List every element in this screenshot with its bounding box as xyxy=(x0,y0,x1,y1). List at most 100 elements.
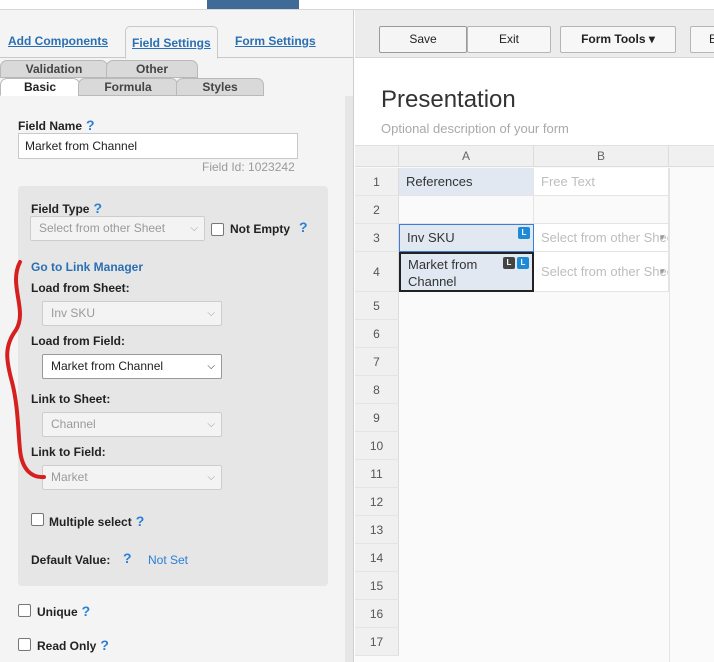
unique-checkbox[interactable] xyxy=(18,604,31,617)
cell-b3[interactable]: Select from other Sheet ▼ xyxy=(534,224,669,252)
column-header-a[interactable]: A xyxy=(399,146,534,167)
row-header[interactable]: 15 xyxy=(355,572,399,600)
default-value-link[interactable]: Not Set xyxy=(148,553,188,567)
chevron-down-icon: ▼ xyxy=(658,267,666,276)
panel-scrollbar[interactable] xyxy=(345,96,353,662)
field-type-label-text: Field Type xyxy=(31,202,90,216)
read-only-label-text: Read Only xyxy=(37,639,97,653)
row-header[interactable]: 5 xyxy=(355,292,399,320)
link-to-sheet-label: Link to Sheet: xyxy=(31,392,111,406)
cell-a3[interactable]: Inv SKU L xyxy=(399,224,534,252)
link-to-field-label: Link to Field: xyxy=(31,445,106,459)
top-strip-accent xyxy=(207,0,299,9)
row-header[interactable]: 3 xyxy=(355,224,399,252)
chevron-down-icon: ⌵ xyxy=(207,419,215,430)
row-header[interactable]: 6 xyxy=(355,320,399,348)
field-id-text: Field Id: 1023242 xyxy=(202,160,295,174)
row-header[interactable]: 10 xyxy=(355,432,399,460)
chevron-down-icon: ⌵ xyxy=(207,472,215,483)
cell-b3-text: Select from other Sheet xyxy=(541,230,669,245)
row-header[interactable]: 12 xyxy=(355,488,399,516)
field-type-value: Select from other Sheet xyxy=(39,221,166,235)
help-icon[interactable]: ? xyxy=(82,603,91,619)
tab-formula[interactable]: Formula xyxy=(78,78,178,96)
cell-a3-text: Inv SKU xyxy=(407,230,455,245)
tab-form-settings[interactable]: Form Settings xyxy=(235,34,316,48)
tab-other[interactable]: Other xyxy=(106,60,198,78)
form-canvas: Save Exit Form Tools ▾ E Presentation Op… xyxy=(355,10,714,662)
partial-toolbar-button[interactable]: E xyxy=(690,26,714,53)
row-header[interactable]: 7 xyxy=(355,348,399,376)
form-title[interactable]: Presentation xyxy=(381,86,516,114)
tab-validation[interactable]: Validation xyxy=(0,60,108,78)
link-to-sheet-value: Channel xyxy=(51,417,96,431)
help-icon[interactable]: ? xyxy=(299,219,308,235)
link-badge-icon: L xyxy=(517,257,529,269)
top-strip xyxy=(0,0,714,10)
row-header[interactable]: 9 xyxy=(355,404,399,432)
cell-a4-text: Market from Channel xyxy=(408,257,478,289)
row-header[interactable]: 8 xyxy=(355,376,399,404)
toolbar: Save Exit Form Tools ▾ E xyxy=(355,10,714,58)
field-name-label-text: Field Name xyxy=(18,119,83,133)
load-from-sheet-label: Load from Sheet: xyxy=(31,281,130,295)
not-empty-label: Not Empty xyxy=(230,222,290,236)
tab-add-components[interactable]: Add Components xyxy=(8,34,108,48)
help-icon[interactable]: ? xyxy=(100,637,109,653)
cell-b1[interactable]: Free Text xyxy=(534,168,669,196)
tab-basic[interactable]: Basic xyxy=(0,78,80,96)
row-header[interactable]: 1 xyxy=(355,168,399,196)
not-empty-checkbox[interactable] xyxy=(211,223,224,236)
help-icon[interactable]: ? xyxy=(93,200,102,216)
row-header[interactable]: 4 xyxy=(355,252,399,292)
column-header-c[interactable] xyxy=(669,146,714,167)
load-from-sheet-select[interactable]: Inv SKU ⌵ xyxy=(42,301,222,326)
tab-field-settings[interactable]: Field Settings xyxy=(125,26,218,59)
form-tools-button[interactable]: Form Tools ▾ xyxy=(560,26,676,53)
link-to-field-select[interactable]: Market ⌵ xyxy=(42,465,222,490)
cell-b4-text: Select from other Sheet xyxy=(541,264,669,279)
exit-button[interactable]: Exit xyxy=(467,26,551,53)
row-header[interactable]: 13 xyxy=(355,516,399,544)
row-header[interactable]: 2 xyxy=(355,196,399,224)
load-from-field-select[interactable]: Market from Channel ⌵ xyxy=(42,354,222,379)
field-type-select[interactable]: Select from other Sheet ⌵ xyxy=(30,216,205,241)
multiple-select-label-text: Multiple select xyxy=(49,515,132,529)
cell-b2[interactable] xyxy=(534,196,669,224)
multiple-select-checkbox[interactable] xyxy=(31,513,44,526)
cell-b4[interactable]: Select from other Sheet ▼ xyxy=(534,252,669,292)
chevron-down-icon: ⌵ xyxy=(207,308,215,319)
form-description[interactable]: Optional description of your form xyxy=(381,121,569,136)
load-from-field-value: Market from Channel xyxy=(51,359,164,373)
row-header[interactable]: 17 xyxy=(355,628,399,656)
form-tools-label: Form Tools xyxy=(581,32,646,46)
read-only-checkbox[interactable] xyxy=(18,638,31,651)
caret-down-icon: ▾ xyxy=(648,32,655,46)
column-divider xyxy=(669,168,670,662)
link-manager-link[interactable]: Go to Link Manager xyxy=(31,260,143,274)
sheet-grid: A B 1 2 3 4 5 6 7 8 9 10 11 12 13 14 15 … xyxy=(355,145,714,662)
tab-styles[interactable]: Styles xyxy=(176,78,264,96)
field-type-label: Field Type? xyxy=(31,200,102,216)
field-name-input[interactable]: Market from Channel xyxy=(18,133,298,159)
cell-a2[interactable] xyxy=(399,196,534,224)
unique-label-text: Unique xyxy=(37,605,78,619)
default-value-label: Default Value: xyxy=(31,553,111,567)
row-header[interactable]: 16 xyxy=(355,600,399,628)
row-header[interactable]: 11 xyxy=(355,460,399,488)
link-to-sheet-select[interactable]: Channel ⌵ xyxy=(42,412,222,437)
corner-cell xyxy=(355,146,399,167)
cell-a4[interactable]: Market from Channel L L xyxy=(399,252,534,292)
save-button[interactable]: Save xyxy=(379,26,467,53)
help-icon[interactable]: ? xyxy=(86,117,95,133)
top-tabs: Add Components Field Settings Form Setti… xyxy=(0,18,353,59)
link-badge-icon: L xyxy=(518,227,530,239)
link-to-field-value: Market xyxy=(51,470,88,484)
chevron-down-icon: ▼ xyxy=(658,233,666,242)
help-icon[interactable]: ? xyxy=(123,550,132,566)
cell-a1[interactable]: References xyxy=(399,168,534,196)
unique-label: Unique? xyxy=(37,603,90,619)
help-icon[interactable]: ? xyxy=(136,513,145,529)
column-header-b[interactable]: B xyxy=(534,146,669,167)
row-header[interactable]: 14 xyxy=(355,544,399,572)
